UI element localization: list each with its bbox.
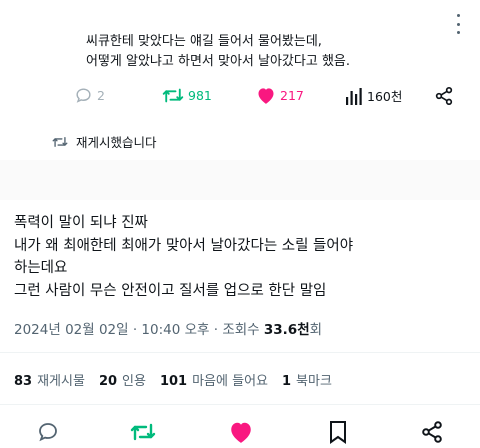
retweeted-indicator: 재게시했습니다 [52, 132, 157, 151]
divider-top [0, 352, 480, 353]
views-button[interactable]: 160천 [345, 86, 402, 105]
bookmarks-num: 1 [282, 374, 292, 389]
share-button[interactable] [434, 86, 454, 110]
reposts-label: 재게시물 [37, 374, 85, 389]
bottom-share-button[interactable] [420, 420, 444, 448]
tweet-line-2: 내가 왜 최애한테 최애가 맞아서 날아갔다는 소릴 들어야 [14, 237, 354, 254]
bar-chart-icon [346, 87, 362, 105]
divider-bottom [0, 404, 480, 405]
share-icon [422, 421, 442, 443]
previous-tweet-text: 씨큐한테 맞았다는 얘길 들어서 물어봤는데, 어떻게 알았냐고 하면서 맞아서… [86, 32, 350, 72]
previous-tweet-line-1: 씨큐한테 맞았다는 얘길 들어서 물어봤는데, [86, 34, 322, 49]
heart-icon [231, 422, 251, 443]
likes-stat[interactable]: 101 마음에 들어요 [160, 370, 268, 389]
quotes-label: 인용 [122, 374, 146, 389]
heart-icon [258, 88, 274, 104]
tweet-line-4: 그런 사람이 무슨 안전이고 질서를 업으로 한단 말임 [14, 282, 327, 299]
retweet-count: 981 [188, 88, 212, 103]
reposts-num: 83 [14, 374, 33, 389]
share-icon [435, 87, 453, 106]
bookmarks-stat[interactable]: 1 북마크 [282, 370, 332, 389]
tweet-line-1: 폭력이 말이 되냐 진짜 [14, 215, 148, 231]
bottom-reply-button[interactable] [36, 420, 60, 448]
reply-button[interactable]: 2 [74, 86, 105, 105]
bookmark-icon [330, 421, 346, 444]
reply-count: 2 [97, 88, 105, 103]
retweet-button[interactable]: 981 [162, 86, 212, 105]
retweet-small-icon [52, 136, 68, 147]
tweet-line-3: 하는데요 [14, 260, 68, 276]
quotes-num: 20 [98, 374, 118, 389]
like-button[interactable]: 217 [256, 86, 304, 105]
engagement-stats: 83 재게시물 20 인용 101 마음에 들어요 1 북마크 [14, 370, 332, 389]
like-count: 217 [280, 88, 304, 103]
more-options-icon[interactable] [452, 14, 464, 34]
quotes-stat[interactable]: 20 인용 [99, 370, 146, 389]
reposts-stat[interactable]: 83 재게시물 [14, 370, 85, 389]
bottom-retweet-button[interactable] [130, 420, 156, 448]
view-count: 160천 [367, 89, 403, 104]
bottom-bookmark-button[interactable] [328, 420, 348, 448]
tweet-view-count: 33.6천 [263, 322, 310, 338]
tweet-text: 폭력이 말이 되냐 진짜 내가 왜 최애한테 최애가 맞아서 날아갔다는 소릴 … [14, 212, 353, 302]
retweeted-label: 재게시했습니다 [76, 135, 157, 150]
tweet-timestamp: 2024년 02월 02일 · 10:40 오후 · 조회수 [14, 322, 264, 338]
likes-label: 마음에 들어요 [192, 374, 268, 389]
likes-num: 101 [159, 374, 188, 389]
bottom-like-button[interactable] [228, 420, 254, 448]
reply-icon [76, 88, 91, 103]
tweet-meta: 2024년 02월 02일 · 10:40 오후 · 조회수 33.6천회 [14, 318, 322, 338]
view-suffix: 회 [309, 322, 323, 338]
reply-icon [39, 423, 57, 442]
retweet-icon [130, 423, 156, 441]
retweet-icon [162, 88, 184, 103]
obscured-header [0, 160, 480, 200]
previous-tweet-line-2: 어떻게 알았냐고 하면서 맞아서 날아갔다고 했음. [86, 54, 350, 69]
bookmarks-label: 북마크 [296, 374, 332, 389]
